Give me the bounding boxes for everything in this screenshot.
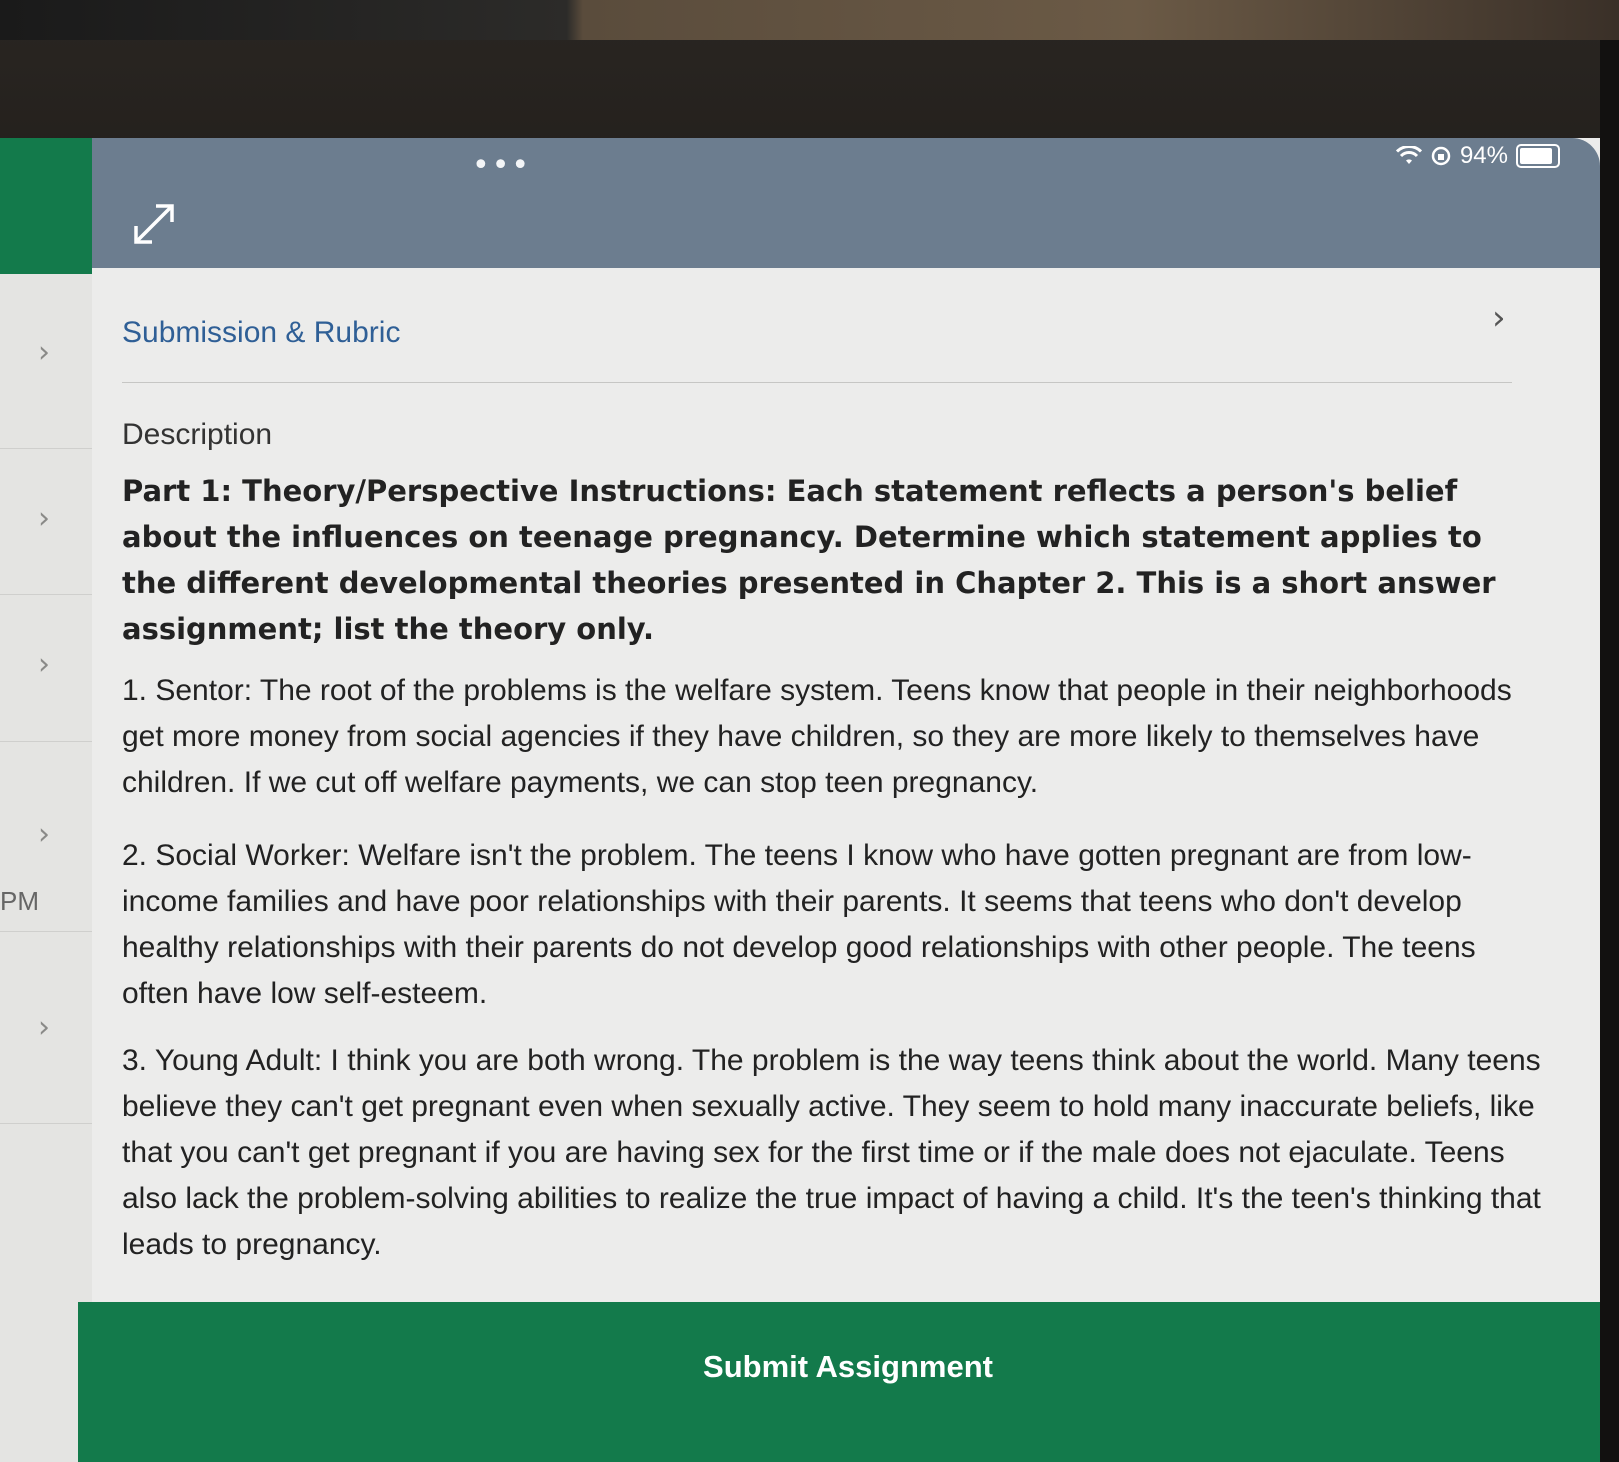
- screen: › › › › PM › ••• 94% Submission & Rubric…: [0, 138, 1600, 1462]
- battery-icon: [1516, 144, 1560, 168]
- top-bar: ••• 94%: [92, 138, 1600, 268]
- status-bar: 94%: [1395, 142, 1560, 170]
- assignment-list-sidebar: › › › › PM ›: [0, 138, 93, 1462]
- submit-bar: Submit Assignment: [78, 1302, 1600, 1462]
- list-divider: [0, 1123, 92, 1124]
- section-divider: [122, 382, 1512, 383]
- description-heading: Description: [122, 418, 273, 451]
- chevron-right-icon[interactable]: ›: [1492, 298, 1506, 338]
- submission-rubric-link[interactable]: Submission & Rubric: [122, 316, 400, 350]
- sidebar-header: [0, 138, 92, 274]
- submit-assignment-button[interactable]: Submit Assignment: [78, 1302, 1600, 1432]
- chevron-right-icon[interactable]: ›: [38, 504, 50, 534]
- multitask-dots-icon[interactable]: •••: [472, 148, 531, 183]
- list-divider: [0, 931, 92, 932]
- list-item-time: PM: [0, 886, 39, 916]
- device-bezel-right: [1600, 40, 1619, 1462]
- wifi-icon: [1395, 146, 1422, 164]
- battery-percent: 94%: [1459, 142, 1508, 169]
- statement-2: 2. Social Worker: Welfare isn't the prob…: [122, 839, 1476, 1010]
- statement-3: 3. Young Adult: I think you are both wro…: [122, 1044, 1541, 1261]
- chevron-right-icon[interactable]: ›: [38, 338, 50, 368]
- list-divider: [0, 741, 92, 742]
- expand-icon[interactable]: [130, 198, 180, 248]
- device-frame: › › › › PM › ••• 94% Submission & Rubric…: [0, 0, 1619, 1462]
- instructions-text: Part 1: Theory/Perspective Instructions:…: [122, 474, 1496, 646]
- list-divider: [0, 448, 92, 449]
- assignment-detail-panel: ••• 94% Submission & Rubric › Descriptio…: [78, 138, 1600, 1462]
- orientation-lock-icon: [1431, 146, 1451, 166]
- chevron-right-icon[interactable]: ›: [38, 650, 50, 680]
- chevron-right-icon[interactable]: ›: [38, 1013, 50, 1043]
- chevron-right-icon[interactable]: ›: [38, 820, 50, 850]
- device-bezel: [0, 0, 1619, 40]
- list-divider: [0, 594, 92, 595]
- statement-1: 1. Sentor: The root of the problems is t…: [122, 674, 1512, 799]
